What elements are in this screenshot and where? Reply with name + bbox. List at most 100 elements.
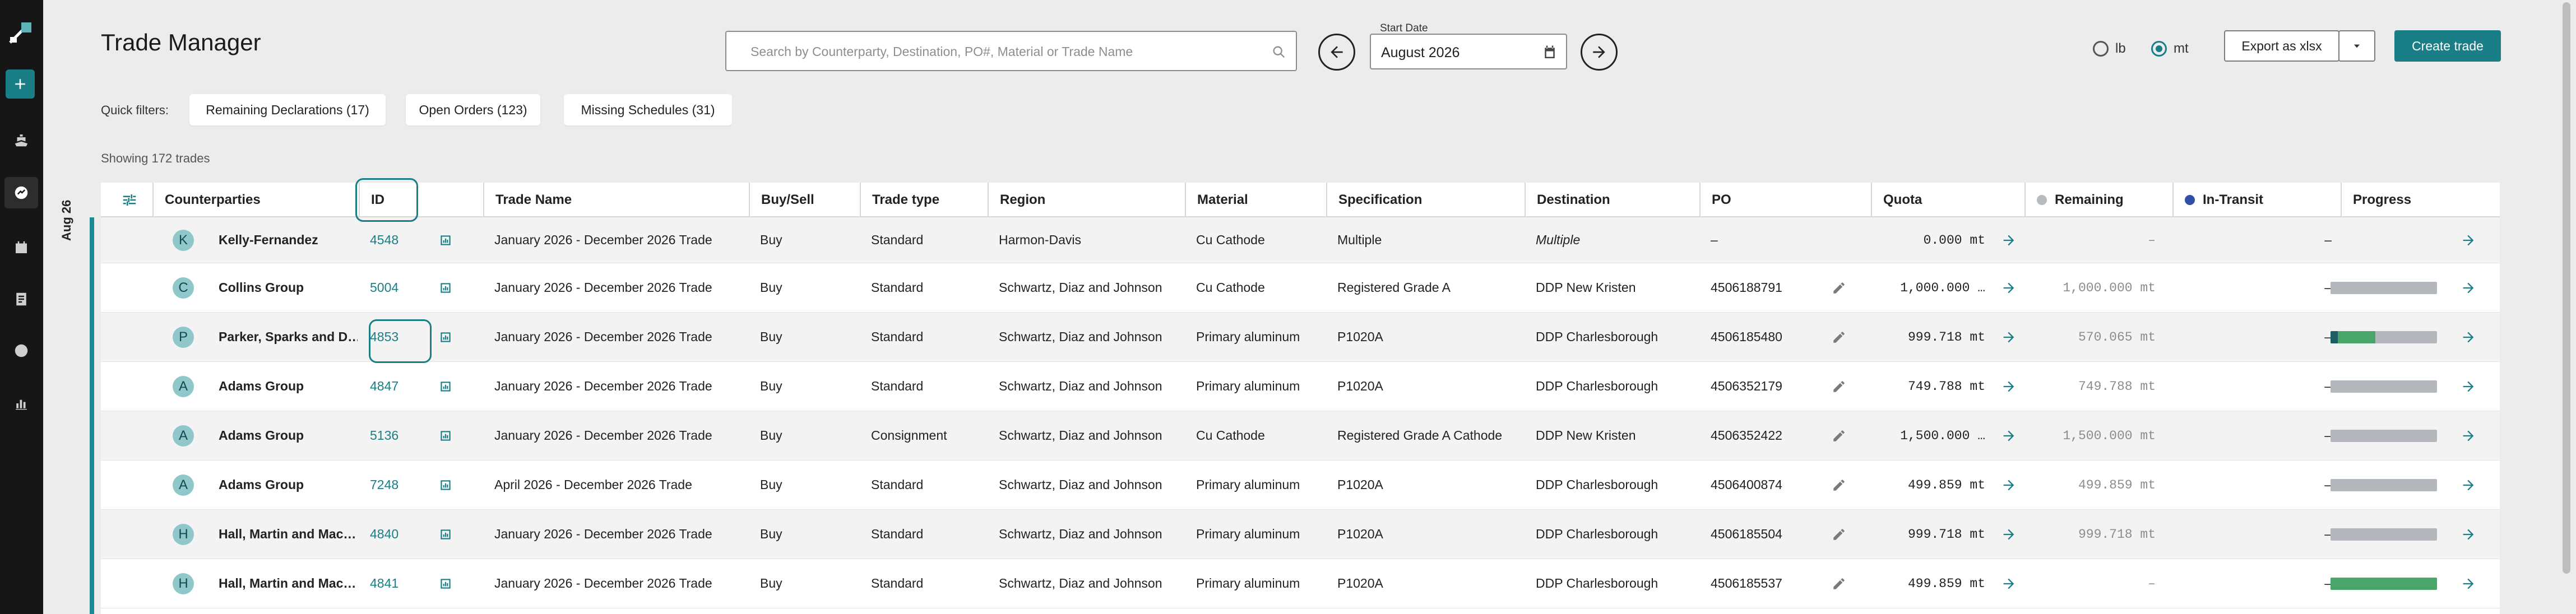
- add-button[interactable]: [6, 69, 35, 99]
- header-trade-type[interactable]: Trade type: [860, 183, 988, 217]
- counterparty-name[interactable]: Adams Group: [207, 411, 358, 460]
- counterparty-name[interactable]: Kelly-Fernandez: [207, 217, 358, 263]
- table-row[interactable]: A Adams Group 5136 January 2026 - December …: [101, 411, 2500, 460]
- material: Cu Cathode: [1196, 232, 1265, 247]
- counterparty-name[interactable]: Adams Group: [207, 362, 358, 411]
- app-logo-icon[interactable]: [8, 20, 36, 45]
- header-in-transit[interactable]: In-Transit: [2172, 183, 2341, 217]
- trade-name: January 2026 - December 2026 Trade: [494, 428, 712, 443]
- trade-name: January 2026 - December 2026 Trade: [494, 232, 712, 247]
- header-destination[interactable]: Destination: [1525, 183, 1699, 217]
- header-region[interactable]: Region: [988, 183, 1185, 217]
- row-open-arrow-icon[interactable]: [2449, 460, 2483, 509]
- header-po[interactable]: PO: [1699, 183, 1871, 217]
- previous-month-button[interactable]: [1318, 34, 1355, 71]
- row-open-arrow-icon[interactable]: [2449, 510, 2483, 559]
- counterparty-name[interactable]: Hall, Martin and Mac…: [207, 510, 358, 559]
- row-open-arrow-icon[interactable]: [2449, 362, 2483, 411]
- row-open-arrow-icon[interactable]: [2449, 313, 2483, 361]
- edit-po-pencil-icon[interactable]: [1820, 559, 1854, 608]
- quota-arrow-icon[interactable]: [1990, 559, 2023, 608]
- quota-arrow-icon[interactable]: [1990, 313, 2023, 361]
- header-buy-sell[interactable]: Buy/Sell: [749, 183, 860, 217]
- create-trade-button[interactable]: Create trade: [2394, 30, 2501, 62]
- unit-radio-mt[interactable]: mt: [2151, 41, 2189, 57]
- trade-id-link[interactable]: 4847: [359, 362, 420, 411]
- header-quota[interactable]: Quota: [1871, 183, 2024, 217]
- chart-icon[interactable]: [427, 460, 461, 509]
- quota-arrow-icon[interactable]: [1990, 217, 2023, 263]
- nav-globe[interactable]: [4, 335, 38, 366]
- chart-icon[interactable]: [427, 313, 461, 361]
- export-dropdown-button[interactable]: [2338, 30, 2375, 62]
- calendar-icon: [1545, 45, 1555, 58]
- header-trade-name[interactable]: Trade Name: [483, 183, 749, 217]
- edit-po-pencil-icon[interactable]: [1820, 313, 1854, 361]
- specification: P1020A: [1337, 576, 1383, 590]
- next-month-button[interactable]: [1581, 34, 1618, 71]
- counterparty-name[interactable]: Hall, Martin and Mac…: [207, 559, 358, 608]
- header-remaining[interactable]: Remaining: [2024, 183, 2172, 217]
- edit-po-pencil-icon[interactable]: [1820, 362, 1854, 411]
- nav-analytics[interactable]: [4, 388, 38, 419]
- header-specification[interactable]: Specification: [1326, 183, 1525, 217]
- header-progress[interactable]: Progress: [2341, 183, 2500, 217]
- quota-arrow-icon[interactable]: [1990, 411, 2023, 460]
- table-row[interactable]: A Adams Group 7248 April 2026 - December 20…: [101, 460, 2500, 510]
- chart-icon[interactable]: [427, 362, 461, 411]
- search-icon: [1273, 46, 1285, 58]
- row-open-arrow-icon[interactable]: [2449, 559, 2483, 608]
- nav-calendar[interactable]: [4, 232, 38, 263]
- nav-documents[interactable]: [4, 283, 38, 315]
- trade-id-link[interactable]: 4840: [359, 510, 420, 559]
- buy-sell: Buy: [760, 527, 782, 541]
- counterparty-name[interactable]: Adams Group: [207, 460, 358, 509]
- trade-id-link[interactable]: 4841: [359, 559, 420, 608]
- chart-icon[interactable]: [427, 263, 461, 312]
- header-material[interactable]: Material: [1185, 183, 1326, 217]
- search-input[interactable]: Search by Counterparty, Destination, PO#…: [725, 31, 1297, 71]
- quota-arrow-icon[interactable]: [1990, 510, 2023, 559]
- column-settings-button[interactable]: [121, 192, 138, 211]
- region: Schwartz, Diaz and Johnson: [999, 280, 1162, 295]
- trade-id-link[interactable]: 5136: [359, 411, 420, 460]
- row-open-arrow-icon[interactable]: [2449, 411, 2483, 460]
- table-row[interactable]: P Parker, Sparks and D… 4853 January 2026 -…: [101, 313, 2500, 362]
- specification: Registered Grade A Cathode: [1337, 428, 1503, 443]
- chart-icon[interactable]: [427, 510, 461, 559]
- quota-arrow-icon[interactable]: [1990, 460, 2023, 509]
- trade-id-link[interactable]: 4548: [359, 217, 420, 263]
- unit-radio-lb[interactable]: lb: [2093, 41, 2126, 57]
- page-scrollbar[interactable]: [2560, 0, 2573, 614]
- header-counterparties[interactable]: Counterparties: [152, 183, 359, 217]
- export-button[interactable]: Export as xlsx: [2224, 30, 2339, 62]
- quota-arrow-icon[interactable]: [1990, 362, 2023, 411]
- table-row[interactable]: A Adams Group 4847 January 2026 - December …: [101, 362, 2500, 411]
- scrollbar-thumb[interactable]: [2563, 2, 2570, 574]
- counterparty-name[interactable]: Collins Group: [207, 263, 358, 312]
- filter-missing-schedules[interactable]: Missing Schedules (31): [564, 94, 732, 125]
- counterparty-name[interactable]: Parker, Sparks and D…: [207, 313, 358, 361]
- table-row[interactable]: H Hall, Martin and Mac… 4841 January 2026 -…: [101, 559, 2500, 608]
- filter-remaining-declarations[interactable]: Remaining Declarations (17): [189, 94, 386, 125]
- table-row[interactable]: K Kelly-Fernandez 4548 January 2026 - Decem…: [101, 217, 2500, 263]
- edit-po-pencil-icon[interactable]: [1820, 411, 1854, 460]
- chart-icon[interactable]: [427, 559, 461, 608]
- trade-id-link[interactable]: 5004: [359, 263, 420, 312]
- table-row[interactable]: H Hall, Martin and Mac… 4840 January 2026 -…: [101, 510, 2500, 559]
- quota-arrow-icon[interactable]: [1990, 263, 2023, 312]
- filter-open-orders[interactable]: Open Orders (123): [406, 94, 540, 125]
- row-open-arrow-icon[interactable]: [2449, 217, 2483, 263]
- row-open-arrow-icon[interactable]: [2449, 263, 2483, 312]
- nav-shipping[interactable]: [4, 124, 38, 156]
- edit-po-pencil-icon[interactable]: [1820, 510, 1854, 559]
- trade-id-link[interactable]: 7248: [359, 460, 420, 509]
- quota-value: 749.788 mt: [1907, 379, 1985, 394]
- edit-po-pencil-icon[interactable]: [1820, 263, 1854, 312]
- chart-icon[interactable]: [427, 217, 461, 263]
- start-date-field[interactable]: August 2026: [1370, 34, 1567, 69]
- table-row[interactable]: C Collins Group 5004 January 2026 - Decembe…: [101, 263, 2500, 313]
- chart-icon[interactable]: [427, 411, 461, 460]
- nav-trades[interactable]: [4, 177, 38, 208]
- edit-po-pencil-icon[interactable]: [1820, 460, 1854, 509]
